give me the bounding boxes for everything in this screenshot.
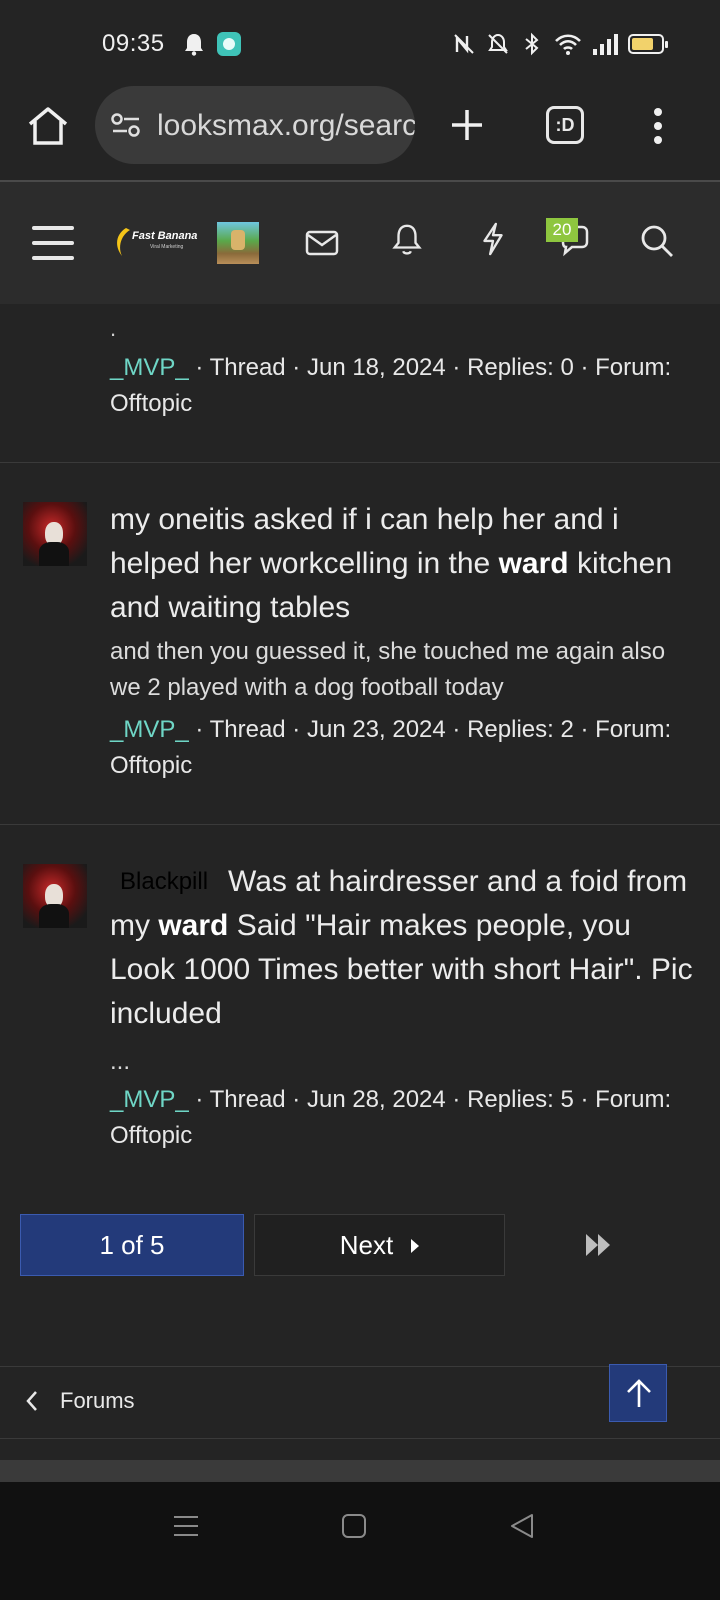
site-header: Fast Banana Viral Marketing bbox=[0, 182, 720, 304]
home-icon[interactable] bbox=[26, 104, 70, 148]
mail-icon[interactable] bbox=[305, 226, 339, 260]
result-snippet: ... bbox=[110, 1048, 131, 1075]
breadcrumb-forums[interactable]: Forums bbox=[60, 1388, 135, 1414]
forum-link[interactable]: Offtopic bbox=[110, 390, 192, 417]
url-bar[interactable]: looksmax.org/search bbox=[95, 86, 415, 164]
site-info-icon[interactable] bbox=[111, 112, 141, 138]
last-page-icon[interactable] bbox=[580, 1230, 620, 1260]
meta-text: · Thread · Jun 28, 2024 · Replies: 5 · F… bbox=[188, 1086, 672, 1113]
banana-icon bbox=[117, 228, 130, 256]
scroll-to-top-button[interactable] bbox=[609, 1364, 667, 1422]
caret-right-icon bbox=[411, 1239, 420, 1253]
avatar[interactable] bbox=[23, 502, 87, 566]
hamburger-icon[interactable] bbox=[32, 224, 74, 262]
highlight-term[interactable]: ward bbox=[158, 909, 228, 942]
avatar[interactable] bbox=[23, 864, 87, 928]
home-nav-icon[interactable] bbox=[340, 1512, 368, 1540]
result-meta: _MVP_ · Thread · Jun 28, 2024 · Replies:… bbox=[110, 1082, 690, 1154]
browser-toolbar: looksmax.org/search :D bbox=[0, 80, 720, 182]
logo-subtext: Viral Marketing bbox=[150, 244, 184, 250]
bell-icon[interactable] bbox=[390, 222, 424, 256]
result-meta: _MVP_ · Thread · Jun 18, 2024 · Replies:… bbox=[110, 350, 690, 422]
page-selector-button[interactable]: 1 of 5 bbox=[20, 1214, 244, 1276]
status-icons bbox=[452, 30, 668, 58]
next-page-button[interactable]: Next bbox=[254, 1214, 505, 1276]
forum-link[interactable]: Offtopic bbox=[110, 1122, 192, 1149]
battery-fill bbox=[632, 38, 653, 50]
more-menu-icon[interactable] bbox=[650, 106, 666, 146]
result-snippet: . bbox=[110, 316, 117, 341]
meta-text: · Thread · Jun 18, 2024 · Replies: 0 · F… bbox=[188, 354, 672, 381]
result-meta: _MVP_ · Thread · Jun 23, 2024 · Replies:… bbox=[110, 712, 690, 784]
footer-strip bbox=[0, 1460, 720, 1482]
ad-banner-image[interactable] bbox=[217, 222, 259, 264]
result-snippet: and then you guessed it, she touched me … bbox=[110, 638, 666, 701]
clock: 09:35 bbox=[102, 30, 165, 57]
thread-title-link[interactable]: my oneitis asked if i can help her and i… bbox=[110, 498, 700, 630]
url-text[interactable]: looksmax.org/search bbox=[157, 109, 415, 143]
username-link[interactable]: _MVP_ bbox=[110, 354, 189, 381]
meta-text: · Thread · Jun 23, 2024 · Replies: 2 · F… bbox=[188, 716, 672, 743]
bell-icon bbox=[185, 34, 203, 56]
lightning-icon[interactable] bbox=[476, 222, 510, 256]
username-link[interactable]: _MVP_ bbox=[110, 1086, 189, 1113]
thread-title-link[interactable]: Blackpill Was at hairdresser and a foid f… bbox=[110, 860, 700, 1036]
new-tab-icon[interactable] bbox=[448, 106, 486, 144]
back-icon[interactable] bbox=[508, 1512, 536, 1540]
forum-link[interactable]: Offtopic bbox=[110, 752, 192, 779]
footer-divider bbox=[0, 1438, 720, 1439]
mute-icon bbox=[488, 33, 508, 54]
chevron-left-icon[interactable] bbox=[24, 1390, 40, 1412]
next-page-label[interactable]: Next bbox=[340, 1230, 393, 1260]
search-results: . _MVP_ · Thread · Jun 18, 2024 · Replie… bbox=[0, 304, 720, 1482]
battery-icon bbox=[628, 34, 668, 54]
tabs-button[interactable]: :D bbox=[546, 106, 584, 144]
system-navigation-bar bbox=[0, 1482, 720, 1600]
arrow-up-icon bbox=[627, 1379, 651, 1407]
app-notification-icon bbox=[217, 32, 241, 56]
thread-prefix-label[interactable]: Blackpill bbox=[110, 867, 219, 897]
result-divider bbox=[0, 824, 720, 825]
signal-icon bbox=[593, 34, 618, 55]
username-link[interactable]: _MVP_ bbox=[110, 716, 189, 743]
bluetooth-icon bbox=[525, 32, 539, 56]
wifi-icon bbox=[555, 34, 581, 55]
recents-icon[interactable] bbox=[172, 1512, 200, 1540]
result-divider bbox=[0, 462, 720, 463]
search-icon[interactable] bbox=[640, 224, 674, 258]
logo-text: Fast Banana bbox=[132, 230, 198, 242]
fast-banana-logo[interactable]: Fast Banana Viral Marketing bbox=[112, 226, 198, 258]
nfc-icon bbox=[454, 34, 474, 54]
conversations-badge: 20 bbox=[546, 218, 578, 242]
status-bar: 09:35 bbox=[0, 0, 720, 80]
highlight-term[interactable]: ward bbox=[499, 547, 569, 580]
